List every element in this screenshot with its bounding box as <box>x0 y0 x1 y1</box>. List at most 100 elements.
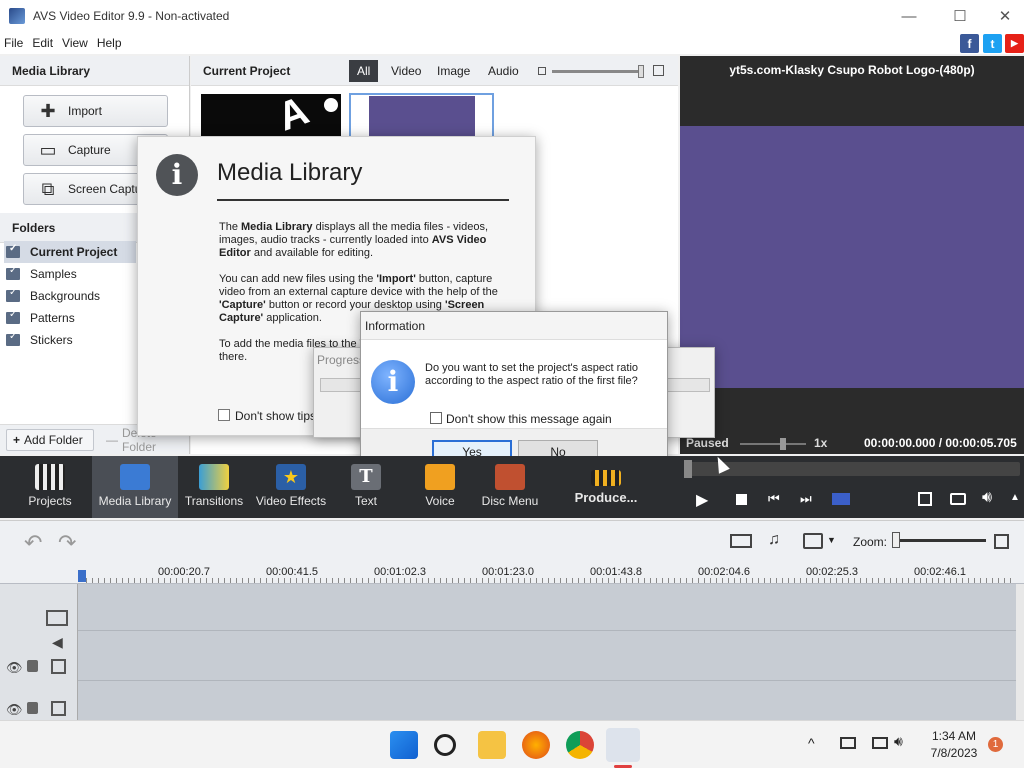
split-icon[interactable] <box>832 493 850 505</box>
speed-handle[interactable] <box>780 438 786 450</box>
minimize-button[interactable]: — <box>886 0 932 32</box>
tab-all[interactable]: All <box>349 60 379 82</box>
folder-label: Backgrounds <box>30 289 101 303</box>
lock-icon[interactable] <box>27 660 38 672</box>
plus-icon: ✚ <box>40 100 56 121</box>
chevron-up-icon[interactable]: ^ <box>808 735 815 751</box>
folder-icon <box>6 309 20 324</box>
speed-value: 1x <box>814 436 828 450</box>
storyboard-dropdown-icon[interactable]: ▼ <box>827 535 836 545</box>
tab-video[interactable]: Video <box>383 60 429 82</box>
notification-badge[interactable]: 1 <box>988 737 1003 752</box>
fit-timeline-icon[interactable] <box>994 534 1009 549</box>
snapshot-icon[interactable] <box>950 493 966 505</box>
display-icon[interactable] <box>872 737 888 749</box>
projects-button[interactable]: Projects <box>12 456 88 518</box>
twitter-icon[interactable]: t <box>983 34 1002 53</box>
add-folder-button[interactable]: + Add Folder <box>6 429 94 451</box>
folder-label: Samples <box>30 267 77 281</box>
text-button[interactable]: T Text <box>328 456 404 518</box>
ruler-label: 00:01:43.8 <box>590 566 642 578</box>
youtube-icon[interactable]: ▶ <box>1005 34 1024 53</box>
timeline-scrollbar[interactable] <box>1016 584 1024 720</box>
playback-controls: ▶ ⏮ ⏭ 🔊︎ ▲ <box>680 456 1024 518</box>
preview-panel: yt5s.com-Klasky Csupo Robot Logo-(480p) … <box>680 56 1024 454</box>
ruler-label: 00:02:04.6 <box>698 566 750 578</box>
folder-backgrounds[interactable]: Backgrounds <box>4 285 136 307</box>
video-effects-button[interactable]: ★ Video Effects <box>253 456 329 518</box>
volume-dropdown-icon[interactable]: ▲ <box>1010 492 1020 503</box>
fullscreen-icon[interactable] <box>918 492 932 506</box>
tab-audio[interactable]: Audio <box>480 60 527 82</box>
trim-icon[interactable] <box>730 534 752 548</box>
preview-title: yt5s.com-Klasky Csupo Robot Logo-(480p) <box>729 63 975 77</box>
storyboard-icon[interactable] <box>803 533 823 549</box>
produce-button[interactable]: Produce... <box>566 456 646 518</box>
zoom-handle[interactable] <box>892 532 900 548</box>
file-explorer-icon[interactable] <box>478 731 506 759</box>
folder-current-project[interactable]: Current Project <box>4 241 136 263</box>
media-library-button[interactable]: Media Library <box>92 456 178 518</box>
slider-handle[interactable] <box>638 65 644 78</box>
star-icon: ★ <box>276 464 306 490</box>
effects-track-icon <box>51 659 66 674</box>
folder-stickers[interactable]: Stickers <box>4 329 136 351</box>
search-icon[interactable] <box>434 734 456 756</box>
next-frame-icon[interactable]: ⏭ <box>800 491 812 507</box>
folder-patterns[interactable]: Patterns <box>4 307 136 329</box>
timeline-tracks[interactable]: ◀ 👁︎ 👁︎ <box>0 584 1024 720</box>
speed-slider[interactable] <box>740 443 806 445</box>
eye-icon[interactable]: 👁︎ <box>6 702 23 718</box>
zoom-slider[interactable] <box>892 539 986 542</box>
previous-frame-icon[interactable]: ⏮ <box>768 491 780 507</box>
seek-handle[interactable] <box>684 460 692 478</box>
eye-icon[interactable]: 👁︎ <box>6 660 23 676</box>
windows-taskbar: ^ 🔊︎ 1:34 AM 7/8/2023 1 <box>0 720 1024 768</box>
information-title: Information <box>365 319 426 333</box>
current-project-title: Current Project <box>203 64 291 78</box>
dont-show-again-checkbox[interactable] <box>430 412 442 424</box>
volume-icon[interactable]: 🔊︎ <box>894 733 903 750</box>
play-icon[interactable]: ▶ <box>696 490 708 510</box>
transitions-button[interactable]: Transitions <box>176 456 252 518</box>
close-button[interactable]: ✕ <box>982 0 1024 32</box>
playhead-marker[interactable] <box>78 570 86 582</box>
maximize-button[interactable]: ☐ <box>937 0 983 32</box>
text-t-icon: T <box>351 464 381 490</box>
thumb-size-slider[interactable] <box>552 70 644 73</box>
import-button[interactable]: ✚ Import <box>23 95 168 127</box>
facebook-icon[interactable]: f <box>960 34 979 53</box>
tab-image[interactable]: Image <box>429 60 478 82</box>
audio-mute-icon[interactable]: ◀ <box>52 634 63 651</box>
clock-time[interactable]: 1:34 AM <box>922 729 986 743</box>
media-thumbnail-1[interactable]: A <box>201 94 341 140</box>
menu-edit[interactable]: Edit <box>32 36 53 50</box>
menu-help[interactable]: Help <box>97 36 122 50</box>
folder-samples[interactable]: Samples <box>4 263 136 285</box>
disc-menu-button[interactable]: Disc Menu <box>472 456 548 518</box>
windows-start-icon[interactable] <box>390 731 418 759</box>
menu-view[interactable]: View <box>62 36 88 50</box>
undo-icon[interactable]: ↶ <box>24 530 42 556</box>
small-thumb-icon[interactable] <box>538 67 546 75</box>
seek-bar[interactable] <box>684 462 1020 476</box>
volume-icon[interactable]: 🔊︎ <box>982 489 992 507</box>
clock-date[interactable]: 7/8/2023 <box>922 746 986 760</box>
voice-button[interactable]: Voice <box>402 456 478 518</box>
timeline-ruler[interactable]: 00:00:20.7 00:00:41.5 00:01:02.3 00:01:2… <box>0 562 1024 584</box>
firefox-icon[interactable] <box>522 731 550 759</box>
lock-icon[interactable] <box>27 702 38 714</box>
large-thumb-icon[interactable] <box>653 65 664 76</box>
network-icon[interactable] <box>840 737 856 749</box>
stop-icon[interactable] <box>736 494 747 505</box>
folder-icon <box>6 331 20 346</box>
audio-mixer-icon[interactable]: ♫ <box>768 531 780 549</box>
video-frame[interactable] <box>680 126 1024 388</box>
avs-video-editor-taskbar-icon[interactable] <box>606 728 640 762</box>
media-library-header: Media Library <box>0 56 189 86</box>
menu-file[interactable]: File <box>4 36 23 50</box>
add-folder-label: Add Folder <box>24 433 83 447</box>
chrome-icon[interactable] <box>566 731 594 759</box>
dont-show-tips-checkbox[interactable] <box>218 409 230 421</box>
redo-icon[interactable]: ↷ <box>58 530 76 556</box>
